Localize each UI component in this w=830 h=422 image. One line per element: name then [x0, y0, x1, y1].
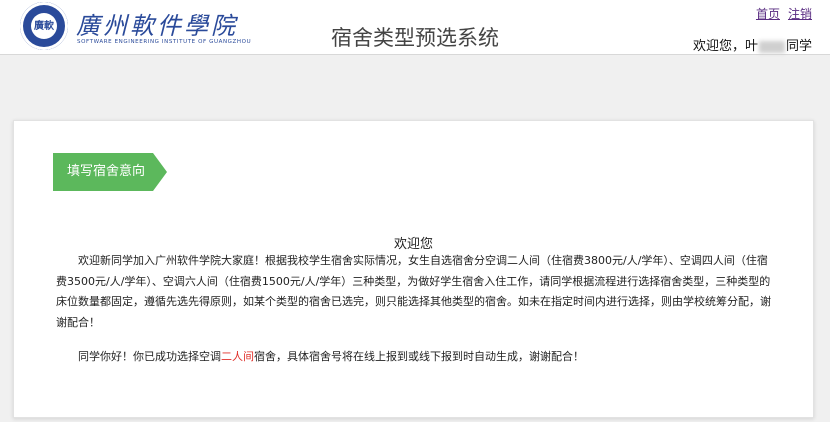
welcome-user-text: 欢迎您，叶 同学 [693, 35, 812, 54]
result-text-before: 同学你好！你已成功选择空调 [78, 350, 221, 363]
result-paragraph: 同学你好！你已成功选择空调二人间宿舍，具体宿舍号将在线上报到或线下报到时自动生成… [56, 347, 772, 367]
welcome-suffix: 同学 [785, 39, 812, 54]
top-nav-links: 首页 注销 [748, 5, 812, 22]
welcome-prefix: 欢迎您，叶 [692, 39, 758, 54]
redacted-name [758, 40, 785, 53]
content-card: 填写宿舍意向 欢迎您 欢迎新同学加入广州软件学院大家庭！根据我校学生宿舍实际情况… [13, 120, 814, 418]
result-text-after: 宿舍，具体宿舍号将在线上报到或线下报到时自动生成，谢谢配合！ [254, 350, 584, 363]
top-header: 廣軟 廣州軟件學院 SOFTWARE ENGINEERING INSTITUTE… [0, 0, 830, 55]
home-link[interactable]: 首页 [756, 7, 780, 21]
selected-room-type: 二人间 [221, 350, 254, 363]
content-heading: 欢迎您 [393, 237, 433, 252]
intro-paragraph: 欢迎新同学加入广州软件学院大家庭！根据我校学生宿舍实际情况，女生自选宿舍分空调二… [56, 254, 771, 329]
step-tag-fill-intention: 填写宿舍意向 [53, 153, 167, 191]
logout-link[interactable]: 注销 [788, 7, 812, 21]
